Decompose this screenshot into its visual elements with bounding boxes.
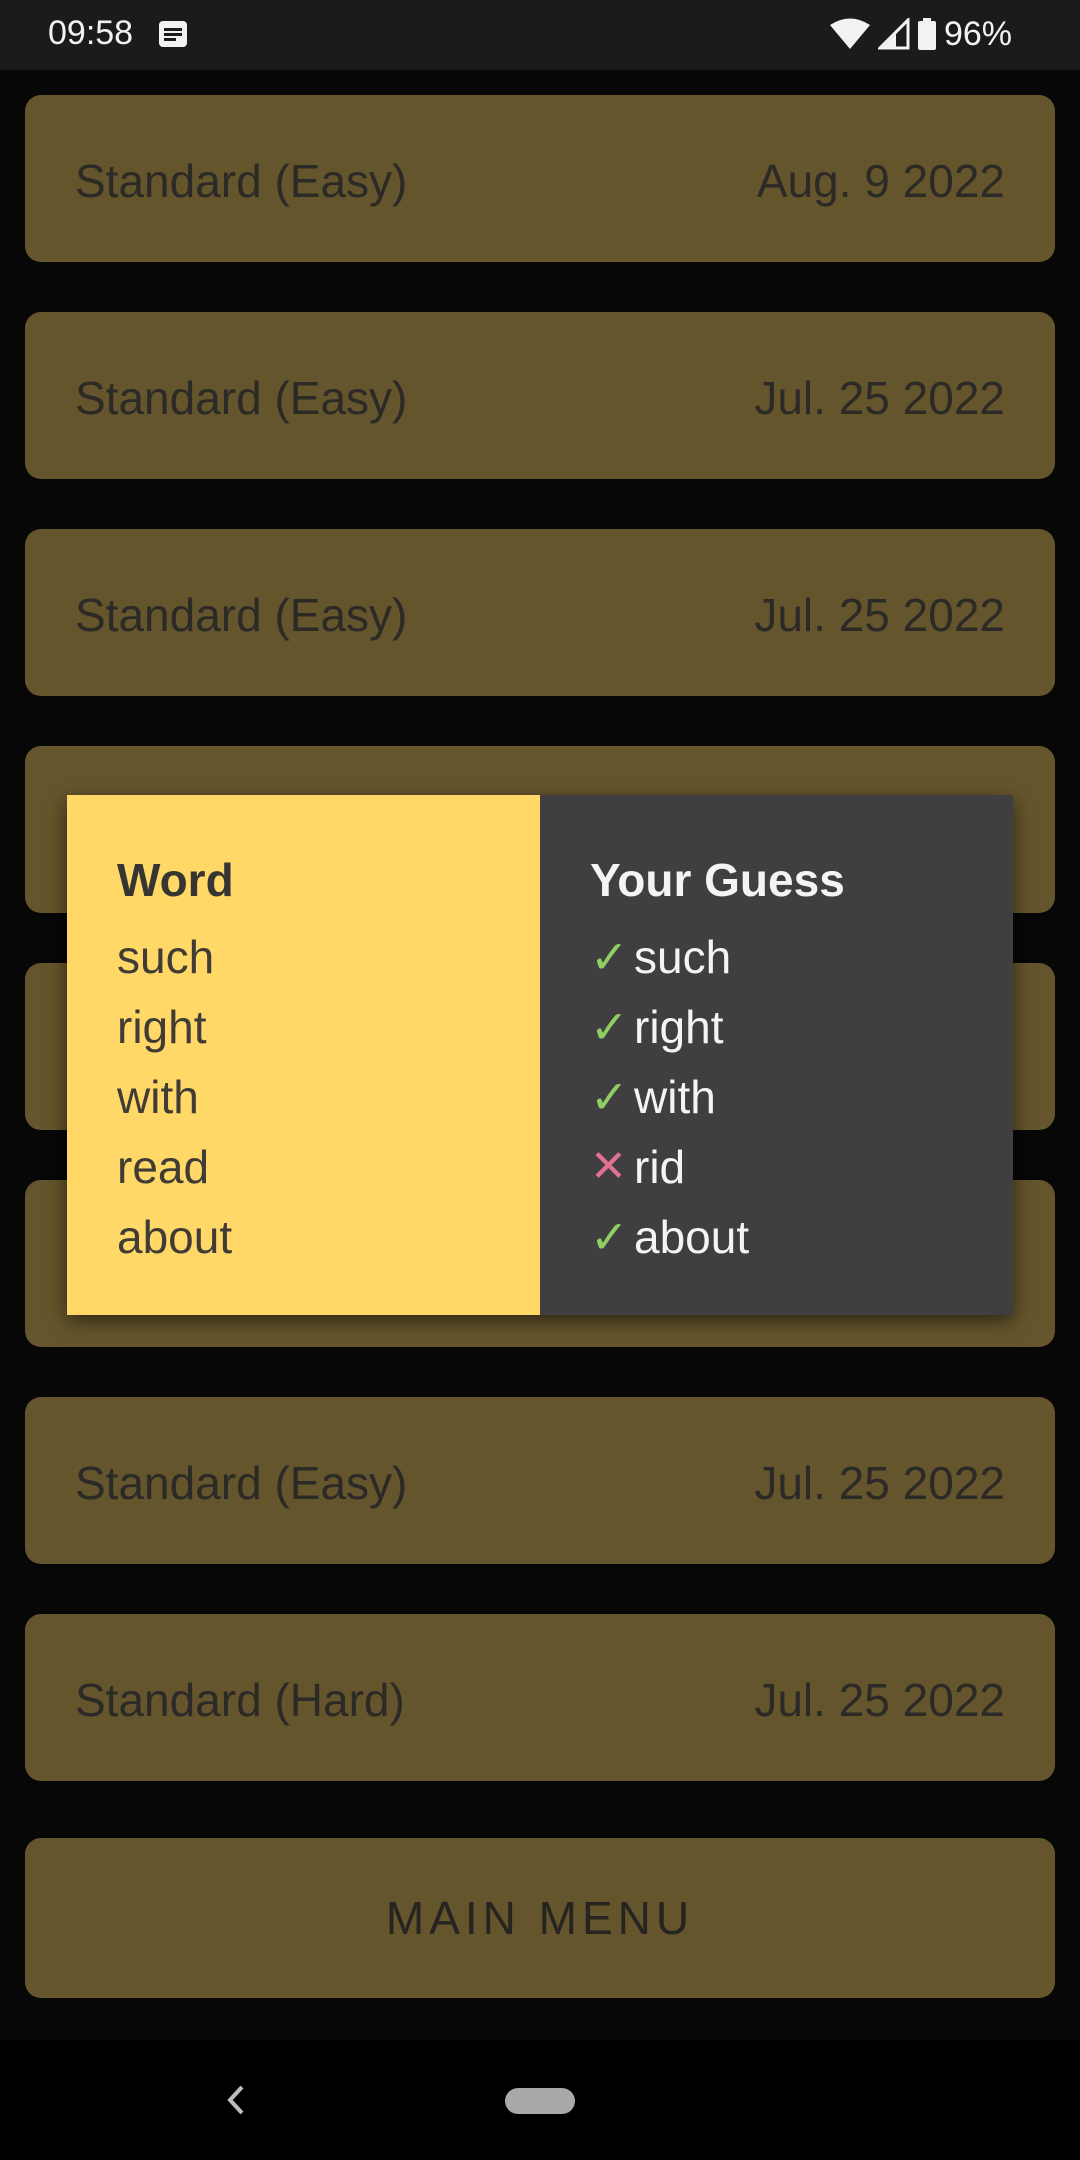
results-dialog: Word such right with read about Your Gue… [67, 795, 1013, 1315]
guess-item: ✓ with [590, 1062, 749, 1132]
guess-column: Your Guess ✓ such ✓ right ✓ with ✕ rid ✓… [540, 795, 1013, 1315]
history-mode: Standard (Easy) [75, 589, 408, 641]
guess-item: ✓ such [590, 922, 749, 992]
word-item: such [117, 931, 215, 983]
check-icon: ✓ [590, 1001, 629, 1053]
check-icon: ✓ [590, 1071, 629, 1123]
back-icon[interactable] [226, 2084, 246, 2116]
history-item[interactable]: Standard (Easy) Aug. 9 2022 [25, 95, 1055, 262]
word-column: Word such right with read about [67, 795, 540, 1315]
check-icon: ✓ [590, 1211, 629, 1263]
history-date: Jul. 25 2022 [754, 1674, 1005, 1726]
history-item[interactable]: Standard (Hard) Jul. 25 2022 [25, 1614, 1055, 1781]
history-date: Jul. 25 2022 [754, 1457, 1005, 1509]
main-menu-button[interactable]: MAIN MENU [25, 1838, 1055, 1998]
history-mode: Standard (Hard) [75, 1674, 405, 1726]
cross-icon: ✕ [590, 1142, 627, 1191]
history-mode: Standard (Easy) [75, 1457, 408, 1509]
battery-percent: 96% [943, 14, 1012, 53]
guess-text: right [634, 1001, 724, 1053]
history-mode: Standard (Easy) [75, 155, 408, 207]
guess-header: Your Guess [590, 854, 845, 906]
guess-item: ✓ right [590, 992, 749, 1062]
wifi-icon [829, 18, 870, 49]
status-time: 09:58 [48, 14, 134, 52]
word-item: right [117, 1001, 207, 1053]
word-item: read [117, 1141, 210, 1193]
history-item[interactable]: Standard (Easy) Jul. 25 2022 [25, 312, 1055, 479]
home-pill-icon[interactable] [505, 2088, 575, 2114]
history-item[interactable]: Standard (Easy) Jul. 25 2022 [25, 1397, 1055, 1564]
battery-icon [917, 18, 936, 50]
status-bar: 09:58 96% [0, 0, 1080, 70]
history-date: Jul. 25 2022 [754, 589, 1005, 641]
word-item: about [117, 1211, 233, 1263]
guess-item: ✕ rid [590, 1132, 749, 1202]
history-mode: Standard (Easy) [75, 372, 408, 424]
guess-item: ✓ about [590, 1202, 749, 1272]
signal-icon [877, 18, 910, 50]
word-header: Word [117, 854, 234, 906]
history-date: Jul. 25 2022 [754, 372, 1005, 424]
notification-icon [159, 21, 187, 47]
history-item[interactable]: Standard (Easy) Jul. 25 2022 [25, 529, 1055, 696]
guess-text: rid [634, 1141, 686, 1193]
word-item: with [117, 1071, 199, 1123]
history-date: Aug. 9 2022 [756, 155, 1005, 207]
guess-text: such [634, 931, 732, 983]
guess-text: with [634, 1071, 716, 1123]
status-indicators: 96% [829, 14, 1012, 54]
guess-text: about [634, 1211, 750, 1263]
check-icon: ✓ [590, 931, 629, 983]
